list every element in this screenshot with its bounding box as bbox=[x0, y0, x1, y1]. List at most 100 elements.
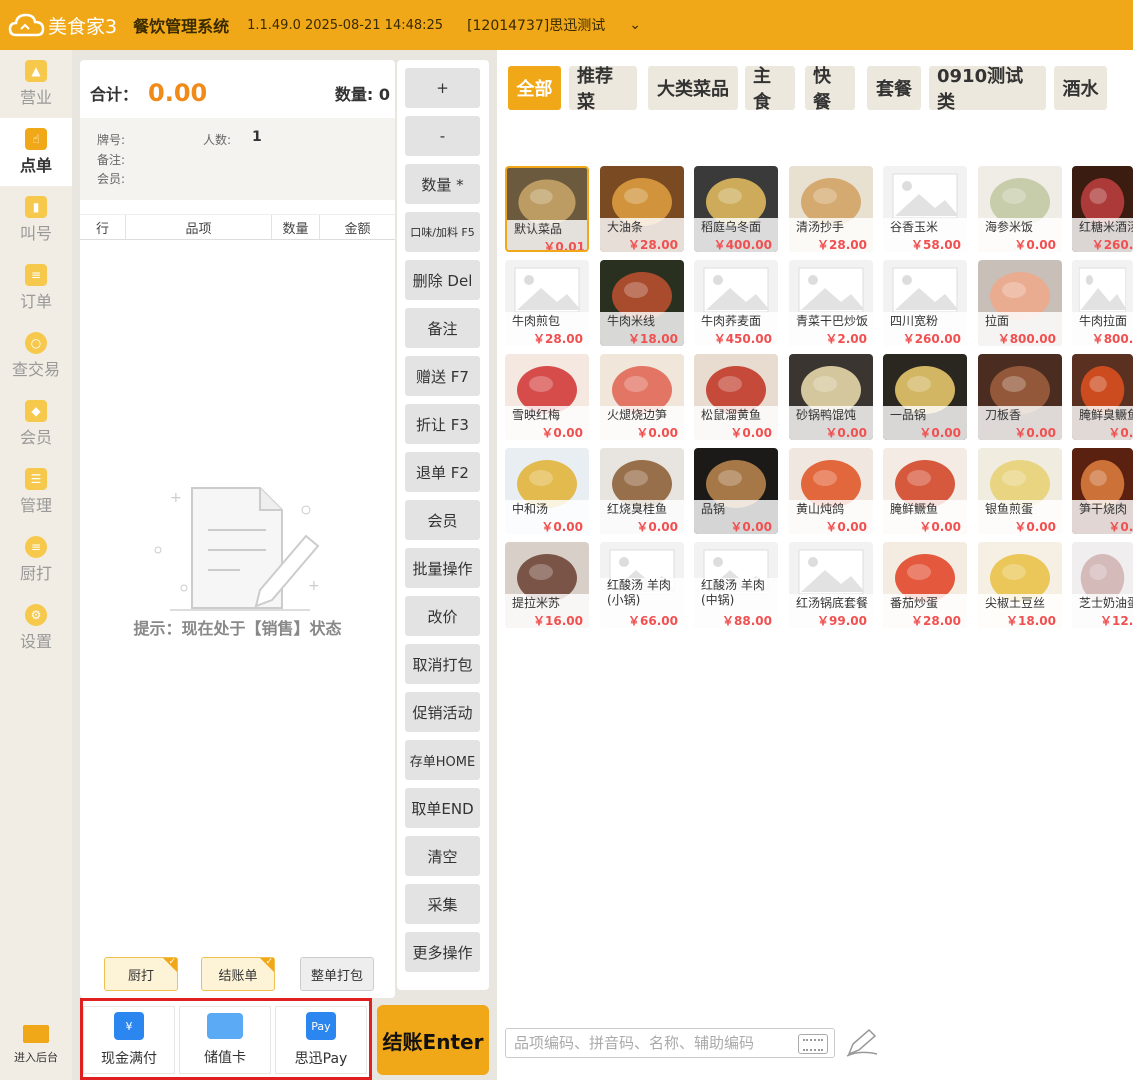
dish-card[interactable]: 中和汤 ￥0.00 bbox=[505, 448, 589, 534]
operation-button[interactable]: 删除 Del bbox=[405, 260, 480, 300]
checkout-slip-label: 结账单 bbox=[218, 968, 258, 984]
operation-button[interactable]: 会员 bbox=[405, 500, 480, 540]
search-input[interactable] bbox=[514, 1034, 794, 1052]
dish-card[interactable]: 四川宽粉 ￥260.00 bbox=[883, 260, 967, 346]
operation-button[interactable]: 清空 bbox=[405, 836, 480, 876]
category-tab-all[interactable]: 全部 bbox=[508, 66, 561, 110]
kitchen-print-label: 厨打 bbox=[127, 968, 154, 984]
sidebar-item-management[interactable]: ☰ 管理 bbox=[0, 458, 72, 526]
dish-card[interactable]: 腌鲜鳜鱼 ￥0.00 bbox=[883, 448, 967, 534]
dish-card[interactable]: 芝士奶油蛋糕￥12.00 bbox=[1072, 542, 1133, 628]
operation-button[interactable]: 折让 F3 bbox=[405, 404, 480, 444]
dish-card[interactable]: 松鼠溜黄鱼 ￥0.00 bbox=[694, 354, 778, 440]
dish-card[interactable]: 品锅 ￥0.00 bbox=[694, 448, 778, 534]
dish-card[interactable]: 拉面 ￥800.00 bbox=[978, 260, 1062, 346]
dish-card[interactable]: 海参米饭 ￥0.00 bbox=[978, 166, 1062, 252]
dish-card[interactable]: 清汤抄手 ￥28.00 bbox=[789, 166, 873, 252]
dish-card[interactable]: 红酸汤 羊肉(小锅) ￥66.00 bbox=[600, 542, 684, 628]
dish-card[interactable]: 牛肉拉面￥800.00 bbox=[1072, 260, 1133, 346]
dish-card[interactable]: 刀板香 ￥0.00 bbox=[978, 354, 1062, 440]
sidebar-item-order[interactable]: ☝ 点单 bbox=[0, 118, 72, 186]
operation-button[interactable]: 采集 bbox=[405, 884, 480, 924]
sidebar-item-label: 厨打 bbox=[19, 564, 52, 583]
category-tab-test[interactable]: 0910测试类 bbox=[929, 66, 1046, 113]
dish-card[interactable]: 谷香玉米 ￥58.00 bbox=[883, 166, 967, 252]
operation-button[interactable]: 改价 bbox=[405, 596, 480, 636]
dish-card[interactable]: 提拉米苏 ￥16.00 bbox=[505, 542, 589, 628]
operation-button[interactable]: + bbox=[405, 68, 480, 108]
dish-card[interactable]: 一品锅 ￥0.00 bbox=[883, 354, 967, 440]
operation-button[interactable]: 促销活动 bbox=[405, 692, 480, 732]
category-tab-combo[interactable]: 套餐 bbox=[867, 66, 921, 110]
dish-name: 清汤抄手 bbox=[789, 218, 873, 236]
dish-card[interactable]: 牛肉煎包 ￥28.00 bbox=[505, 260, 589, 346]
sidebar-item-orders[interactable]: ≡ 订单 bbox=[0, 254, 72, 322]
category-tab-major[interactable]: 大类菜品 bbox=[648, 66, 738, 110]
dish-card[interactable]: 尖椒土豆丝 ￥18.00 bbox=[978, 542, 1062, 628]
dish-card[interactable]: 银鱼煎蛋 ￥0.00 bbox=[978, 448, 1062, 534]
dish-card[interactable]: 黄山炖鸽 ￥0.00 bbox=[789, 448, 873, 534]
handwriting-icon[interactable] bbox=[845, 1028, 879, 1058]
dish-card[interactable]: 大油条 ￥28.00 bbox=[600, 166, 684, 252]
store-selector[interactable]: [12014737]思迅测试 bbox=[467, 15, 605, 35]
checkout-slip-toggle[interactable]: 结账单 bbox=[201, 957, 275, 991]
dish-card[interactable]: 红酸汤 羊肉(中锅) ￥88.00 bbox=[694, 542, 778, 628]
sidebar-item-transactions[interactable]: ○ 查交易 bbox=[0, 322, 72, 390]
stored-card-button[interactable]: 储值卡 bbox=[179, 1006, 271, 1074]
dish-name: 番茄炒蛋 bbox=[883, 594, 967, 612]
operation-button[interactable]: - bbox=[405, 116, 480, 156]
dish-card[interactable]: 腌鲜臭鳜鱼￥0.00 bbox=[1072, 354, 1133, 440]
sidebar-item-business[interactable]: ▲ 营业 bbox=[0, 50, 72, 118]
sixun-pay-button[interactable]: Pay 思迅Pay bbox=[275, 1006, 367, 1074]
dish-name: 火煺烧边笋 bbox=[600, 406, 684, 424]
sidebar-item-settings[interactable]: ⚙ 设置 bbox=[0, 594, 72, 662]
dish-card[interactable]: 火煺烧边笋 ￥0.00 bbox=[600, 354, 684, 440]
dish-price: ￥0.00 bbox=[694, 518, 778, 534]
dish-price: ￥260.00 bbox=[1072, 236, 1133, 252]
category-tab-fastfood[interactable]: 快餐 bbox=[805, 66, 855, 113]
diamond-icon: ◆ bbox=[25, 400, 47, 422]
cash-pay-button[interactable]: ¥ 现金满付 bbox=[83, 1006, 175, 1074]
dish-card[interactable]: 红烧臭桂鱼 ￥0.00 bbox=[600, 448, 684, 534]
sidebar-item-kitchen-print[interactable]: ≡ 厨打 bbox=[0, 526, 72, 594]
dish-name: 红糖米酒汤 bbox=[1072, 218, 1133, 236]
enter-backend-button[interactable]: 进入后台 bbox=[0, 1015, 72, 1075]
dish-card[interactable]: 红糖米酒汤￥260.00 bbox=[1072, 166, 1133, 252]
whole-pack-button[interactable]: 整单打包 bbox=[300, 957, 374, 991]
dish-card[interactable]: 牛肉米线 ￥18.00 bbox=[600, 260, 684, 346]
dish-card[interactable]: 番茄炒蛋 ￥28.00 bbox=[883, 542, 967, 628]
sidebar-item-label: 设置 bbox=[19, 632, 52, 651]
dish-card[interactable]: 雪映红梅 ￥0.00 bbox=[505, 354, 589, 440]
dish-card[interactable]: 默认菜品 ￥0.01 bbox=[505, 166, 589, 252]
sidebar-item-call-number[interactable]: ▮ 叫号 bbox=[0, 186, 72, 254]
operation-button[interactable]: 退单 F2 bbox=[405, 452, 480, 492]
people-value: 1 bbox=[252, 129, 262, 145]
checkout-button[interactable]: 结账Enter bbox=[377, 1005, 489, 1075]
dish-card[interactable]: 青菜干巴炒饭 ￥2.00 bbox=[789, 260, 873, 346]
dish-card[interactable]: 红汤锅底套餐 ￥99.00 bbox=[789, 542, 873, 628]
kitchen-print-toggle[interactable]: 厨打 bbox=[104, 957, 178, 991]
operation-button[interactable]: 赠送 F7 bbox=[405, 356, 480, 396]
dish-card[interactable]: 牛肉荞麦面 ￥450.00 bbox=[694, 260, 778, 346]
ticket-icon: ▮ bbox=[25, 196, 47, 218]
operation-button[interactable]: 数量 * bbox=[405, 164, 480, 204]
operation-button[interactable]: 批量操作 bbox=[405, 548, 480, 588]
category-tab-drinks[interactable]: 酒水 bbox=[1054, 66, 1107, 110]
operation-button[interactable]: 取单END bbox=[405, 788, 480, 828]
dish-card[interactable]: 砂锅鸭馄饨 ￥0.00 bbox=[789, 354, 873, 440]
dish-price: ￥0.00 bbox=[883, 518, 967, 534]
operation-button[interactable]: 更多操作 bbox=[405, 932, 480, 972]
category-tab-recommended[interactable]: 推荐菜 bbox=[569, 66, 637, 113]
operation-button[interactable]: 口味/加料 F5 bbox=[405, 212, 480, 252]
operation-button[interactable]: 存单HOME bbox=[405, 740, 480, 780]
dish-card[interactable]: 笋干烧肉￥0.00 bbox=[1072, 448, 1133, 534]
sidebar-item-members[interactable]: ◆ 会员 bbox=[0, 390, 72, 458]
dish-price: ￥0.00 bbox=[1072, 518, 1133, 534]
dish-card[interactable]: 稻庭乌冬面 ￥400.00 bbox=[694, 166, 778, 252]
app-logo: 美食家3 bbox=[8, 11, 117, 39]
chevron-down-icon[interactable]: ⌄ bbox=[629, 17, 641, 33]
keyboard-icon[interactable] bbox=[798, 1034, 828, 1054]
category-tab-staple[interactable]: 主食 bbox=[745, 66, 795, 113]
operation-button[interactable]: 取消打包 bbox=[405, 644, 480, 684]
operation-button[interactable]: 备注 bbox=[405, 308, 480, 348]
